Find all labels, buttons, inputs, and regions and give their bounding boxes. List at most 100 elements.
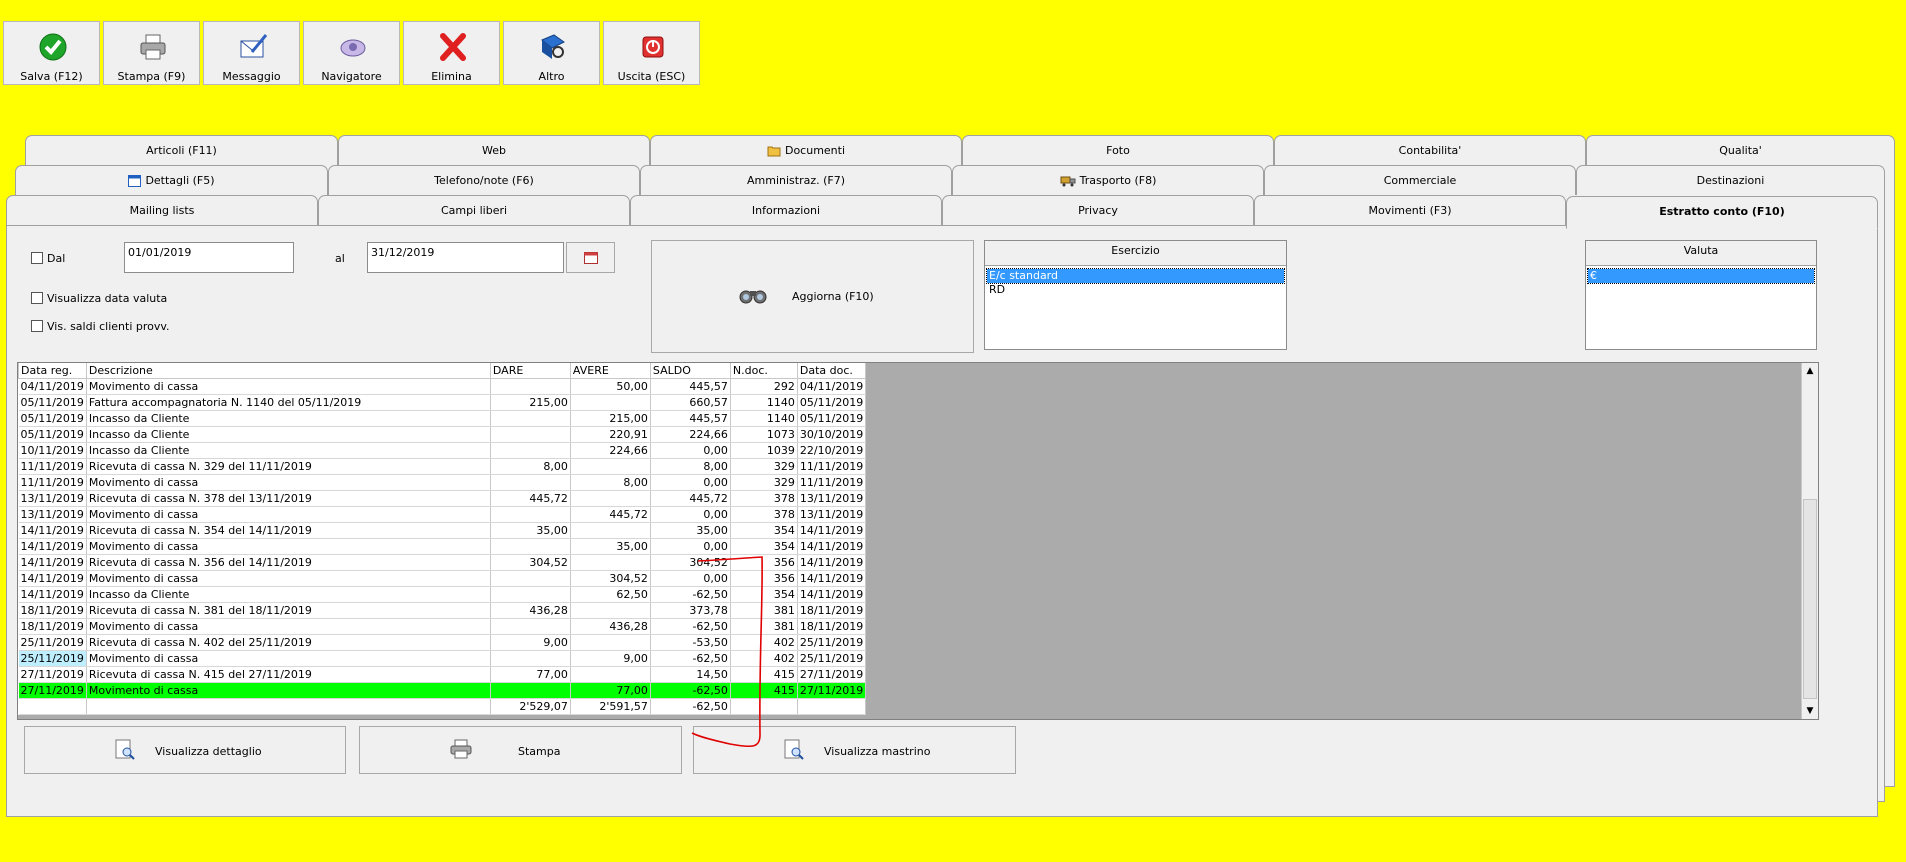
table-row[interactable]: 11/11/2019 Ricevuta di cassa N. 329 del 1… — [18, 458, 867, 475]
message-button[interactable]: Messaggio — [203, 21, 300, 85]
table-cell: -62,50 — [650, 586, 731, 603]
table-row[interactable]: 27/11/2019 Ricevuta di cassa N. 415 del 2… — [18, 666, 867, 683]
table-cell: Incasso da Cliente — [86, 410, 491, 427]
delete-button[interactable]: Elimina — [403, 21, 500, 85]
total-cell — [86, 698, 491, 715]
table-cell — [490, 570, 571, 587]
tab-dettagli[interactable]: Dettagli (F5) — [15, 165, 328, 195]
tab-web[interactable]: Web — [338, 135, 650, 165]
esercizio-option-ec-standard[interactable]: E/c standard — [986, 268, 1285, 284]
table-cell — [490, 586, 571, 603]
table-cell: 378 — [730, 490, 798, 507]
table-row[interactable]: 13/11/2019 Movimento di cassa 445,72 0,00 37… — [18, 506, 867, 523]
table-row[interactable]: 18/11/2019 Movimento di cassa 436,28 -62,50… — [18, 618, 867, 635]
tab-movimenti[interactable]: Movimenti (F3) — [1254, 195, 1566, 225]
table-cell: 215,00 — [570, 410, 651, 427]
save-button[interactable]: Salva (F12) — [3, 21, 100, 85]
navigator-button[interactable]: Navigatore — [303, 21, 400, 85]
table-row[interactable]: 13/11/2019 Ricevuta di cassa N. 378 del 1… — [18, 490, 867, 507]
table-row[interactable]: 05/11/2019 Incasso da Cliente 215,00 445,57… — [18, 410, 867, 427]
col-descrizione[interactable]: Descrizione — [85, 363, 491, 379]
col-saldo[interactable]: SALDO — [649, 363, 731, 379]
tab-destinazioni[interactable]: Destinazioni — [1576, 165, 1885, 195]
table-cell: 0,00 — [650, 474, 731, 491]
tab-foto[interactable]: Foto — [962, 135, 1274, 165]
exit-button[interactable]: Uscita (ESC) — [603, 21, 700, 85]
tab-articoli[interactable]: Articoli (F11) — [25, 135, 338, 165]
table-cell: 13/11/2019 — [797, 506, 867, 523]
calendar-button[interactable] — [566, 242, 615, 273]
valuta-header: Valuta — [1586, 241, 1816, 266]
visualizza-mastrino-button[interactable]: Visualizza mastrino — [693, 726, 1016, 774]
dal-checkbox[interactable] — [31, 252, 43, 264]
scroll-up-icon[interactable]: ▲ — [1802, 363, 1818, 379]
tab-commerciale[interactable]: Commerciale — [1264, 165, 1576, 195]
table-cell: 304,52 — [570, 570, 651, 587]
date-to-input[interactable]: 31/12/2019 — [367, 242, 564, 273]
table-cell: 14/11/2019 — [797, 586, 867, 603]
tab-campi-liberi[interactable]: Campi liberi — [318, 195, 630, 225]
document-search-icon — [115, 739, 135, 760]
tab-privacy[interactable]: Privacy — [942, 195, 1254, 225]
tab-mailing-lists[interactable]: Mailing lists — [6, 195, 318, 225]
tab-contabilita[interactable]: Contabilita' — [1274, 135, 1586, 165]
table-cell: 9,00 — [490, 634, 571, 651]
tab-telefono-note[interactable]: Telefono/note (F6) — [328, 165, 640, 195]
table-row[interactable]: 25/11/2019 Movimento di cassa 9,00 -62,50 40… — [18, 650, 867, 667]
date-from-input[interactable]: 01/01/2019 — [124, 242, 294, 273]
table-cell: 05/11/2019 — [18, 426, 87, 443]
esercizio-option-rd[interactable]: RD — [987, 283, 1284, 297]
table-cell — [490, 538, 571, 555]
table-row[interactable]: 14/11/2019 Ricevuta di cassa N. 354 del 1… — [18, 522, 867, 539]
tab-documenti[interactable]: Documenti — [650, 135, 962, 165]
visualizza-data-valuta-checkbox[interactable] — [31, 292, 43, 304]
more-button[interactable]: Altro — [503, 21, 600, 85]
tab-qualita[interactable]: Qualita' — [1586, 135, 1895, 165]
table-row[interactable]: 14/11/2019 Incasso da Cliente 62,50 -62,50 3… — [18, 586, 867, 603]
table-cell: 9,00 — [570, 650, 651, 667]
table-cell: 22/10/2019 — [797, 442, 867, 459]
table-row[interactable]: 05/11/2019 Fattura accompagnatoria N. 114… — [18, 394, 867, 411]
tab-amministrazione[interactable]: Amministraz. (F7) — [640, 165, 952, 195]
table-cell: 11/11/2019 — [18, 474, 87, 491]
table-row[interactable]: 14/11/2019 Movimento di cassa 304,52 0,00 35… — [18, 570, 867, 587]
tab-informazioni[interactable]: Informazioni — [630, 195, 942, 225]
table-row[interactable]: 25/11/2019 Ricevuta di cassa N. 402 del 2… — [18, 634, 867, 651]
table-row[interactable]: 14/11/2019 Movimento di cassa 35,00 0,00 354… — [18, 538, 867, 555]
scroll-thumb[interactable] — [1803, 499, 1817, 699]
print-button[interactable]: Stampa (F9) — [103, 21, 200, 85]
tab-estratto-conto[interactable]: Estratto conto (F10) — [1566, 196, 1878, 229]
valuta-listbox[interactable]: Valuta € — [1585, 240, 1817, 350]
valuta-option-euro[interactable]: € — [1587, 268, 1815, 284]
table-row[interactable]: 04/11/2019 Movimento di cassa 50,00 445,57 2… — [18, 378, 867, 395]
stampa-button[interactable]: Stampa — [359, 726, 682, 774]
table-cell: 10/11/2019 — [18, 442, 87, 459]
col-dare[interactable]: DARE — [489, 363, 571, 379]
table-cell: 14/11/2019 — [18, 538, 87, 555]
tab-trasporto[interactable]: Trasporto (F8) — [952, 165, 1264, 195]
table-row[interactable]: 14/11/2019 Ricevuta di cassa N. 356 del 1… — [18, 554, 867, 571]
table-cell: 354 — [730, 538, 798, 555]
total-cell: -62,50 — [650, 698, 731, 715]
table-cell: 04/11/2019 — [797, 378, 867, 395]
col-avere[interactable]: AVERE — [569, 363, 651, 379]
table-row[interactable]: 05/11/2019 Incasso da Cliente 220,91 224,66… — [18, 426, 867, 443]
scroll-down-icon[interactable]: ▼ — [1802, 703, 1818, 719]
esercizio-listbox[interactable]: Esercizio E/c standard RD — [984, 240, 1287, 350]
table-cell: -62,50 — [650, 682, 731, 699]
aggiorna-button[interactable]: Aggiorna (F10) — [651, 240, 974, 353]
visualizza-dettaglio-button[interactable]: Visualizza dettaglio — [24, 726, 346, 774]
table-row[interactable]: 27/11/2019 Movimento di cassa 77,00 -62,50 4… — [18, 682, 867, 699]
col-data-reg[interactable]: Data reg. — [18, 363, 87, 379]
table-row[interactable]: 10/11/2019 Incasso da Cliente 224,66 0,00 10… — [18, 442, 867, 459]
message-label: Messaggio — [222, 70, 281, 83]
col-ndoc[interactable]: N.doc. — [729, 363, 798, 379]
col-data-doc[interactable]: Data doc. — [796, 363, 867, 379]
grid-vertical-scrollbar[interactable]: ▲ ▼ — [1801, 363, 1818, 719]
estratto-conto-grid[interactable]: Data reg. Descrizione DARE AVERE SALDO N… — [17, 362, 1819, 720]
vis-saldi-checkbox[interactable] — [31, 320, 43, 332]
table-row[interactable]: 11/11/2019 Movimento di cassa 8,00 0,00 329 1… — [18, 474, 867, 491]
table-cell: 05/11/2019 — [797, 410, 867, 427]
table-cell: Ricevuta di cassa N. 381 del 18/11/2019 — [86, 602, 491, 619]
table-row[interactable]: 18/11/2019 Ricevuta di cassa N. 381 del 1… — [18, 602, 867, 619]
